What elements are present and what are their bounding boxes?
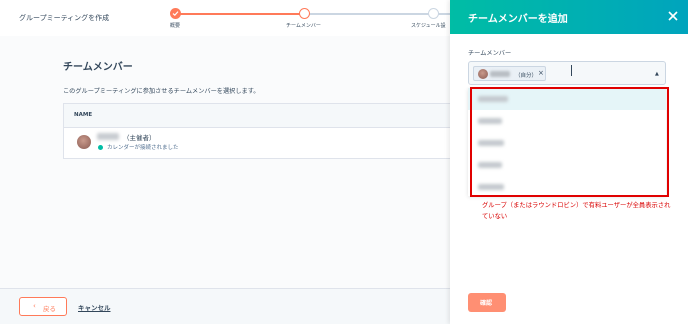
section-description: このグループミーティングに参加させるチームメンバーを選択します。 (63, 88, 260, 95)
chip-avatar (478, 69, 488, 79)
team-member-field-label: チームメンバー (468, 50, 512, 57)
redacted-user-name (97, 133, 119, 140)
panel-header: チームメンバーを追加 (450, 0, 688, 34)
text-caret[interactable] (571, 65, 572, 76)
top-bar: グループミーティングを作成 概要 チームメンバー スケジュール設 (0, 0, 454, 36)
chevron-up-icon[interactable]: ▲ (655, 71, 659, 77)
organizer-role: （主催者） (123, 134, 156, 142)
step-next-icon[interactable] (428, 8, 439, 19)
cancel-link[interactable]: キャンセル (78, 302, 111, 312)
footer-bar: ‹ 戻る キャンセル (0, 288, 450, 324)
chevron-left-icon: ‹ (33, 302, 36, 310)
section-title: チームメンバー (63, 62, 133, 73)
step-label-team-members: チームメンバー (286, 23, 321, 29)
back-button-label: 戻る (43, 305, 56, 313)
avatar (77, 135, 91, 149)
progress-line-complete (175, 13, 304, 15)
panel-title: チームメンバーを追加 (468, 14, 568, 25)
redacted-chip-name (490, 71, 510, 77)
step-label-overview: 概要 (170, 23, 181, 29)
annotation-highlight-box (470, 87, 669, 197)
step-current-icon[interactable] (299, 8, 310, 19)
chip-self-label: （自分） (515, 72, 538, 79)
calendar-connected-status-dot-icon (98, 144, 103, 150)
column-header-name: NAME (74, 112, 93, 118)
app-title: グループミーティングを作成 (19, 14, 110, 22)
confirm-button[interactable]: 確認 (468, 293, 506, 312)
annotation-note: グループ（またはラウンドロビン）で有料ユーザーが全員表示されていない (482, 202, 671, 220)
step-completed-check-icon[interactable] (170, 8, 181, 19)
back-button[interactable]: ‹ 戻る (19, 297, 67, 316)
chip-remove-icon[interactable]: × (538, 69, 544, 77)
step-label-schedule: スケジュール設 (411, 23, 446, 29)
close-icon[interactable] (666, 8, 680, 22)
table-header: NAME (64, 104, 450, 128)
team-member-select[interactable]: （自分） × ▲ (468, 61, 666, 85)
table-row: （主催者） カレンダーが接続されました (64, 128, 450, 160)
selected-member-chip: （自分） × (473, 66, 546, 81)
main-content: チームメンバー このグループミーティングに参加させるチームメンバーを選択します。… (0, 36, 450, 288)
calendar-status-text: カレンダーが接続されました (107, 145, 179, 151)
team-members-table: NAME （主催者） カレンダーが接続されました (63, 103, 450, 159)
confirm-button-label: 確認 (480, 300, 493, 307)
